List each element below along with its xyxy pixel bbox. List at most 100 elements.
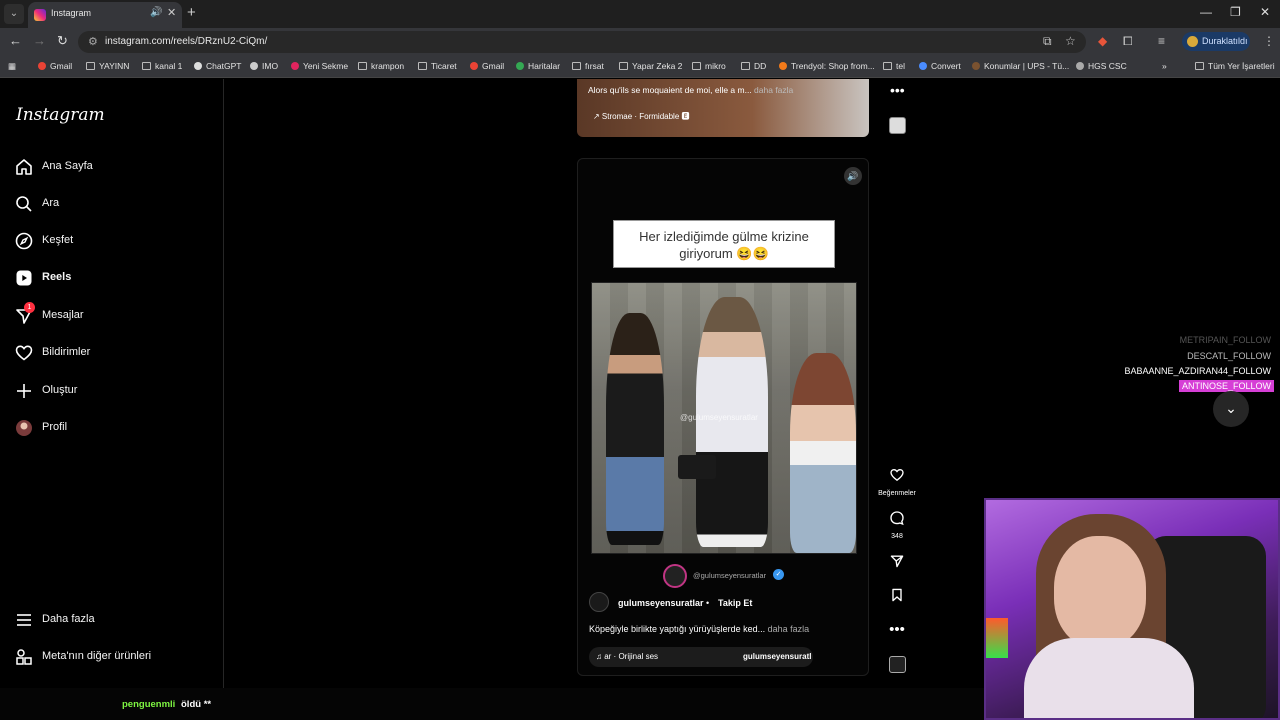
close-tab-icon[interactable]: ✕ bbox=[167, 6, 176, 19]
reload-icon[interactable]: ↻ bbox=[57, 33, 68, 49]
sidebar-item-create[interactable]: Oluştur bbox=[14, 381, 214, 405]
sidebar-item-explore[interactable]: Keşfet bbox=[14, 231, 214, 255]
instagram-logo[interactable]: Instagram bbox=[16, 105, 105, 125]
gmail-icon bbox=[38, 62, 46, 70]
bookmark-item[interactable]: YAYINN bbox=[86, 61, 129, 71]
sidebar-item-meta[interactable]: Meta'nın diğer ürünleri bbox=[14, 647, 214, 671]
streamer-sweater bbox=[1024, 638, 1194, 718]
browser-menu-icon[interactable]: ⋮ bbox=[1263, 34, 1275, 48]
audio-thumbnail[interactable] bbox=[889, 656, 906, 673]
reel-video[interactable]: @gulumseyensuratlar bbox=[591, 282, 857, 554]
bookmark-item[interactable]: ChatGPT bbox=[194, 61, 241, 71]
forward-icon[interactable]: → bbox=[33, 33, 46, 48]
follow-button[interactable]: Takip Et bbox=[718, 598, 752, 608]
comment-button[interactable]: 348 bbox=[874, 510, 920, 540]
profile-status-label: Duraklatıldı bbox=[1202, 36, 1248, 46]
omnibox[interactable]: ⚙ instagram.com/reels/DRznU2-CiQm/ ⧉ ☆ bbox=[78, 31, 1086, 53]
sidebar-item-messages[interactable]: 1 Mesajlar bbox=[14, 302, 214, 330]
bookmark-star-icon[interactable]: ☆ bbox=[1065, 34, 1076, 48]
tab-search-button[interactable]: ⌄ bbox=[4, 4, 24, 24]
close-window-button[interactable]: ✕ bbox=[1260, 5, 1270, 19]
more-dots-icon: ••• bbox=[889, 621, 905, 638]
extension-icon[interactable]: ◆ bbox=[1098, 34, 1107, 48]
creator-watermark: @gulumseyensuratlar ✓ bbox=[663, 564, 803, 588]
bookmark-item[interactable]: Konumlar | UPS - Tü... bbox=[972, 61, 1069, 71]
sidebar-item-home[interactable]: Ana Sayfa bbox=[14, 157, 214, 181]
creator-logo-icon bbox=[663, 564, 687, 588]
bookmark-item[interactable]: kanal 1 bbox=[142, 61, 182, 71]
folder-icon bbox=[142, 62, 151, 70]
browser-tab[interactable]: Instagram 🔊 ✕ bbox=[28, 2, 182, 28]
volume-icon[interactable]: 🔊 bbox=[844, 167, 862, 185]
sidebar-item-label: Ana Sayfa bbox=[42, 160, 93, 172]
sidebar-item-search[interactable]: Ara bbox=[14, 194, 214, 218]
sidebar-item-label: Keşfet bbox=[42, 234, 74, 246]
arrow-icon bbox=[291, 62, 299, 70]
folder-icon bbox=[741, 62, 750, 70]
more-options-button[interactable]: ••• bbox=[874, 622, 920, 638]
ups-icon bbox=[972, 62, 980, 70]
overlay-text-line: giriyorum 😆😆 bbox=[679, 246, 769, 261]
bookmark-item[interactable]: Convert bbox=[919, 61, 961, 71]
sidebar-item-notifications[interactable]: Bildirimler bbox=[14, 343, 214, 367]
next-reel-button[interactable]: ⌄ bbox=[1213, 391, 1249, 427]
bookmark-item[interactable]: fırsat bbox=[572, 61, 604, 71]
bookmark-item[interactable]: tel bbox=[883, 61, 905, 71]
bookmark-item[interactable]: DD bbox=[741, 61, 766, 71]
all-bookmarks-button[interactable]: Tüm Yer İşaretleri bbox=[1195, 61, 1275, 71]
site-info-icon[interactable]: ⚙ bbox=[88, 35, 98, 48]
bookmark-item[interactable]: mikro bbox=[692, 61, 726, 71]
music-creator: gulumseyensuratl bbox=[743, 652, 812, 661]
share-button[interactable] bbox=[874, 553, 920, 574]
sidebar-item-more[interactable]: Daha fazla bbox=[14, 610, 214, 634]
previous-reel-caption: Alors qu'ils se moquaient de moi, elle a… bbox=[588, 85, 794, 95]
install-app-icon[interactable]: ⧉ bbox=[1043, 34, 1052, 49]
overlay-text-line: Her izlediğimde gülme krizine bbox=[639, 229, 809, 244]
bookmark-item[interactable]: Gmail bbox=[470, 61, 504, 71]
comments-count: 348 bbox=[891, 533, 903, 540]
save-button[interactable] bbox=[874, 587, 920, 608]
follow-alert: ANTINOSE_FOLLOW bbox=[1178, 380, 1274, 392]
sidebar-item-label: Profil bbox=[42, 421, 68, 433]
new-tab-button[interactable]: + bbox=[187, 4, 196, 21]
author-username[interactable]: gulumseyensuratlar bbox=[618, 598, 704, 608]
media-controls-icon[interactable]: ≡ bbox=[1158, 34, 1165, 48]
folder-icon bbox=[692, 62, 701, 70]
more-options-icon[interactable]: ••• bbox=[890, 82, 905, 98]
bookmark-item[interactable]: HGS CSC bbox=[1076, 61, 1127, 71]
current-reel[interactable]: 🔊 Her izlediğimde gülme krizine giriyoru… bbox=[577, 158, 869, 676]
bookmark-item[interactable]: krampon bbox=[358, 61, 404, 71]
bookmark-item[interactable]: IMO bbox=[250, 61, 278, 71]
sidebar-item-profile[interactable]: Profil bbox=[14, 418, 214, 442]
back-icon[interactable]: ← bbox=[9, 33, 22, 48]
bookmark-item[interactable]: Yapar Zeka 2 bbox=[619, 61, 682, 71]
like-button[interactable]: Beğenmeler bbox=[874, 467, 920, 497]
bookmark-item[interactable]: Haritalar bbox=[516, 61, 560, 71]
follow-alert: METRIPAIN_FOLLOW bbox=[1179, 335, 1271, 345]
profile-paused-button[interactable]: Duraklatıldı bbox=[1182, 32, 1250, 51]
reel-music-bar[interactable]: ♫ ar · Orijinal ses gulumseyensuratl bbox=[589, 647, 813, 667]
bookmark-item[interactable]: Trendyol: Shop from... bbox=[779, 61, 875, 71]
bookmark-item[interactable]: Gmail bbox=[38, 61, 72, 71]
speaker-icon[interactable]: 🔊 bbox=[150, 7, 162, 18]
sidebar-item-reels[interactable]: Reels bbox=[14, 268, 214, 292]
reel-description[interactable]: Köpeğiyle birlikte yaptığı yürüyüşlerde … bbox=[589, 624, 809, 634]
chat-username: penguenmli bbox=[122, 699, 176, 710]
extensions-puzzle-icon[interactable]: ⧠ bbox=[1123, 34, 1133, 49]
chatgpt-icon bbox=[194, 62, 202, 70]
author-avatar[interactable] bbox=[589, 592, 609, 612]
bookmarks-overflow-icon[interactable]: » bbox=[1162, 61, 1167, 71]
url-text[interactable]: instagram.com/reels/DRznU2-CiQm/ bbox=[105, 36, 267, 47]
hamburger-menu-icon bbox=[17, 614, 31, 626]
previous-reel[interactable]: Alors qu'ils se moquaient de moi, elle a… bbox=[577, 79, 869, 137]
apps-icon[interactable]: ▦ bbox=[8, 61, 16, 72]
chevron-down-icon: ⌄ bbox=[1225, 400, 1237, 416]
maximize-button[interactable]: ❐ bbox=[1230, 5, 1241, 19]
minimize-button[interactable]: — bbox=[1200, 5, 1212, 19]
bookmark-item[interactable]: Ticaret bbox=[418, 61, 457, 71]
bookmark-item[interactable]: Yeni Sekme bbox=[291, 61, 348, 71]
audio-thumbnail[interactable] bbox=[889, 117, 906, 134]
sidebar-item-label: Daha fazla bbox=[42, 613, 95, 625]
previous-reel-music[interactable]: ↗ Stromae · Formidable 🅴 bbox=[593, 111, 690, 122]
gmail-icon bbox=[470, 62, 478, 70]
